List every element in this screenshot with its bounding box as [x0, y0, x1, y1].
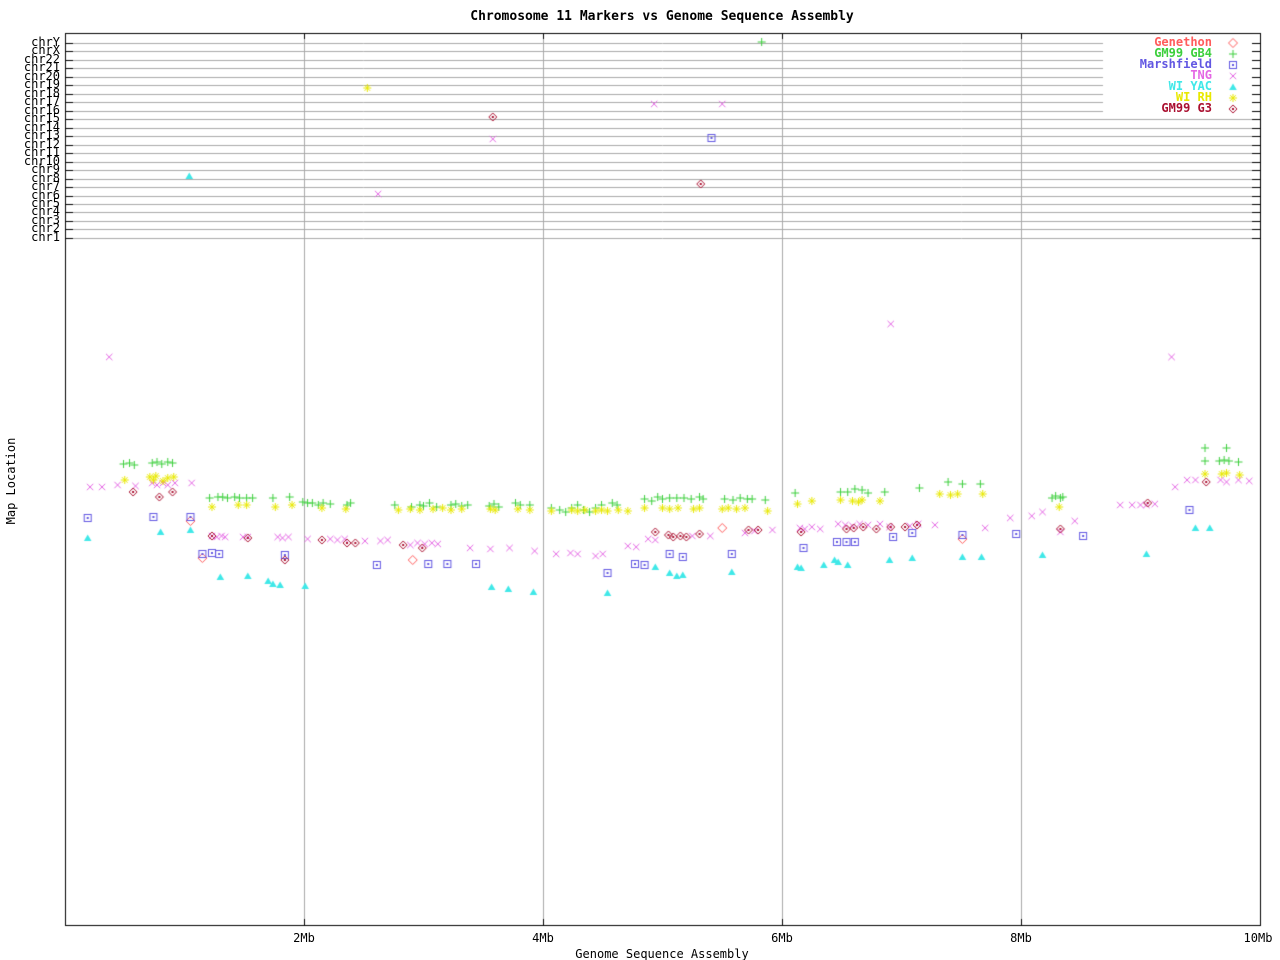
x-axis-label-2mb: 2Mb: [293, 931, 315, 945]
x-axis-label-6mb: 6Mb: [771, 931, 793, 945]
x-axis-label-4mb: 4Mb: [532, 931, 554, 945]
x-axis-label: Genome Sequence Assembly: [575, 947, 749, 960]
scatter-plot-canvas: [0, 0, 1280, 960]
chart-title: Chromosome 11 Markers vs Genome Sequence…: [470, 9, 854, 24]
x-axis-label-8mb: 8Mb: [1010, 931, 1032, 945]
chart-page: Chromosome 11 Markers vs Genome Sequence…: [0, 0, 1280, 960]
y-axis-label-chr1: chr1: [31, 230, 60, 244]
legend-label-gm99-g3: GM99 G3: [1161, 101, 1212, 115]
x-axis-label-10mb: 10Mb: [1243, 931, 1273, 945]
y-axis-label: Map Location: [4, 437, 18, 525]
